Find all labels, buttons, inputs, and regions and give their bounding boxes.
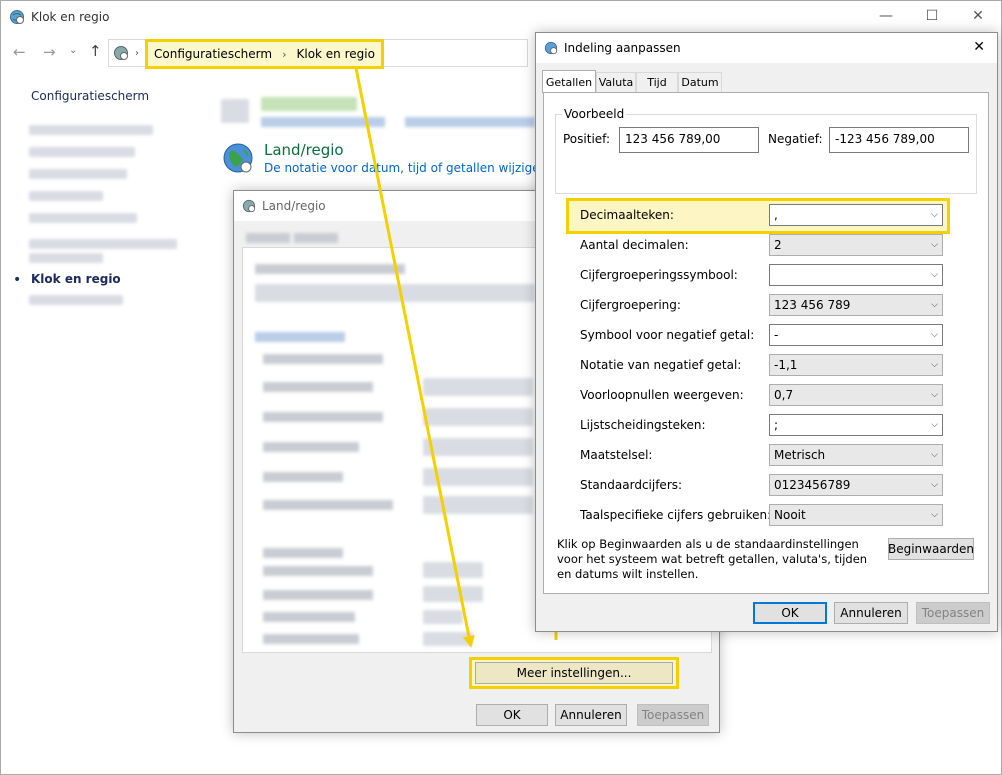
format-apply-button[interactable]: Toepassen [916, 602, 990, 624]
chevron-down-icon[interactable]: ⌵ [931, 480, 938, 490]
tab-valuta[interactable]: Valuta [596, 72, 636, 92]
setting-label-negative-format: Notatie van negatief getal: [580, 358, 742, 372]
format-ok-button[interactable]: OK [753, 602, 827, 624]
standard-digits-combo[interactable]: 0123456789 ⌵ [769, 474, 943, 496]
format-titlebar: Indeling aanpassen ✕ [536, 33, 997, 63]
negative-sign-value[interactable]: - [774, 328, 778, 342]
tab-getallen[interactable]: Getallen [542, 70, 596, 93]
setting-label-native-digits: Taalspecifieke cijfers gebruiken: [580, 508, 772, 522]
positive-field: 123 456 789,00 [619, 127, 759, 153]
negative-field: -123 456 789,00 [829, 127, 969, 153]
positive-label: Positief: [563, 132, 610, 146]
setting-label-digits: Aantal decimalen: [580, 238, 689, 252]
decimal-symbol-value[interactable]: , [774, 208, 778, 222]
measurement-value: Metrisch [774, 448, 826, 462]
setting-label-standard-digits: Standaardcijfers: [580, 478, 683, 492]
setting-label-negative-sign: Symbool voor negatief getal: [580, 328, 755, 342]
leading-zeros-value: 0,7 [774, 388, 794, 402]
grouping-value: 123 456 789 [774, 298, 851, 312]
setting-label-grouping: Cijfergroepering: [580, 298, 681, 312]
negative-format-value: -1,1 [774, 358, 798, 372]
grouping-symbol-combo[interactable]: ⌵ [769, 264, 943, 286]
grouping-combo[interactable]: 123 456 789 ⌵ [769, 294, 943, 316]
setting-label-measurement: Maatstelsel: [580, 448, 653, 462]
native-digits-combo[interactable]: Nooit ⌵ [769, 504, 943, 526]
chevron-down-icon[interactable]: ⌵ [931, 300, 938, 310]
negative-sign-combo[interactable]: - ⌵ [769, 324, 943, 346]
chevron-down-icon[interactable]: ⌵ [931, 210, 938, 220]
chevron-down-icon[interactable]: ⌵ [931, 510, 938, 520]
chevron-down-icon[interactable]: ⌵ [931, 240, 938, 250]
chevron-down-icon[interactable]: ⌵ [931, 450, 938, 460]
globe-clock-icon [544, 41, 558, 55]
negative-label: Negatief: [768, 132, 823, 146]
native-digits-value: Nooit [774, 508, 806, 522]
reset-description: Klik op Beginwaarden als u de standaardi… [557, 537, 868, 581]
tab-datum[interactable]: Datum [678, 72, 722, 92]
leading-zeros-combo[interactable]: 0,7 ⌵ [769, 384, 943, 406]
chevron-down-icon[interactable]: ⌵ [931, 360, 938, 370]
chevron-down-icon[interactable]: ⌵ [931, 420, 938, 430]
arrow-to-more-settings [354, 67, 475, 648]
format-cancel-button[interactable]: Annuleren [834, 602, 908, 624]
chevron-down-icon[interactable]: ⌵ [931, 270, 938, 280]
chevron-down-icon[interactable]: ⌵ [931, 330, 938, 340]
close-icon[interactable]: ✕ [973, 39, 985, 55]
digits-value: 2 [774, 238, 782, 252]
setting-label-list-separator: Lijstscheidingsteken: [580, 418, 706, 432]
standard-digits-value: 0123456789 [774, 478, 851, 492]
measurement-combo[interactable]: Metrisch ⌵ [769, 444, 943, 466]
setting-label-leading-zeros: Voorloopnullen weergeven: [580, 388, 744, 402]
negative-format-combo[interactable]: -1,1 ⌵ [769, 354, 943, 376]
list-separator-value[interactable]: ; [774, 418, 778, 432]
reset-button[interactable]: Beginwaarden [888, 538, 974, 560]
decimal-symbol-combo[interactable]: , ⌵ [769, 204, 943, 226]
list-separator-combo[interactable]: ; ⌵ [769, 414, 943, 436]
example-legend: Voorbeeld [562, 107, 627, 121]
setting-label-grouping-symbol: Cijfergroeperingssymbool: [580, 268, 738, 282]
chevron-down-icon[interactable]: ⌵ [931, 390, 938, 400]
digits-combo[interactable]: 2 ⌵ [769, 234, 943, 256]
example-group [555, 114, 977, 194]
setting-label-decimal: Decimaalteken: [580, 208, 674, 222]
tab-tijd[interactable]: Tijd [636, 72, 678, 92]
format-title: Indeling aanpassen [564, 41, 681, 55]
